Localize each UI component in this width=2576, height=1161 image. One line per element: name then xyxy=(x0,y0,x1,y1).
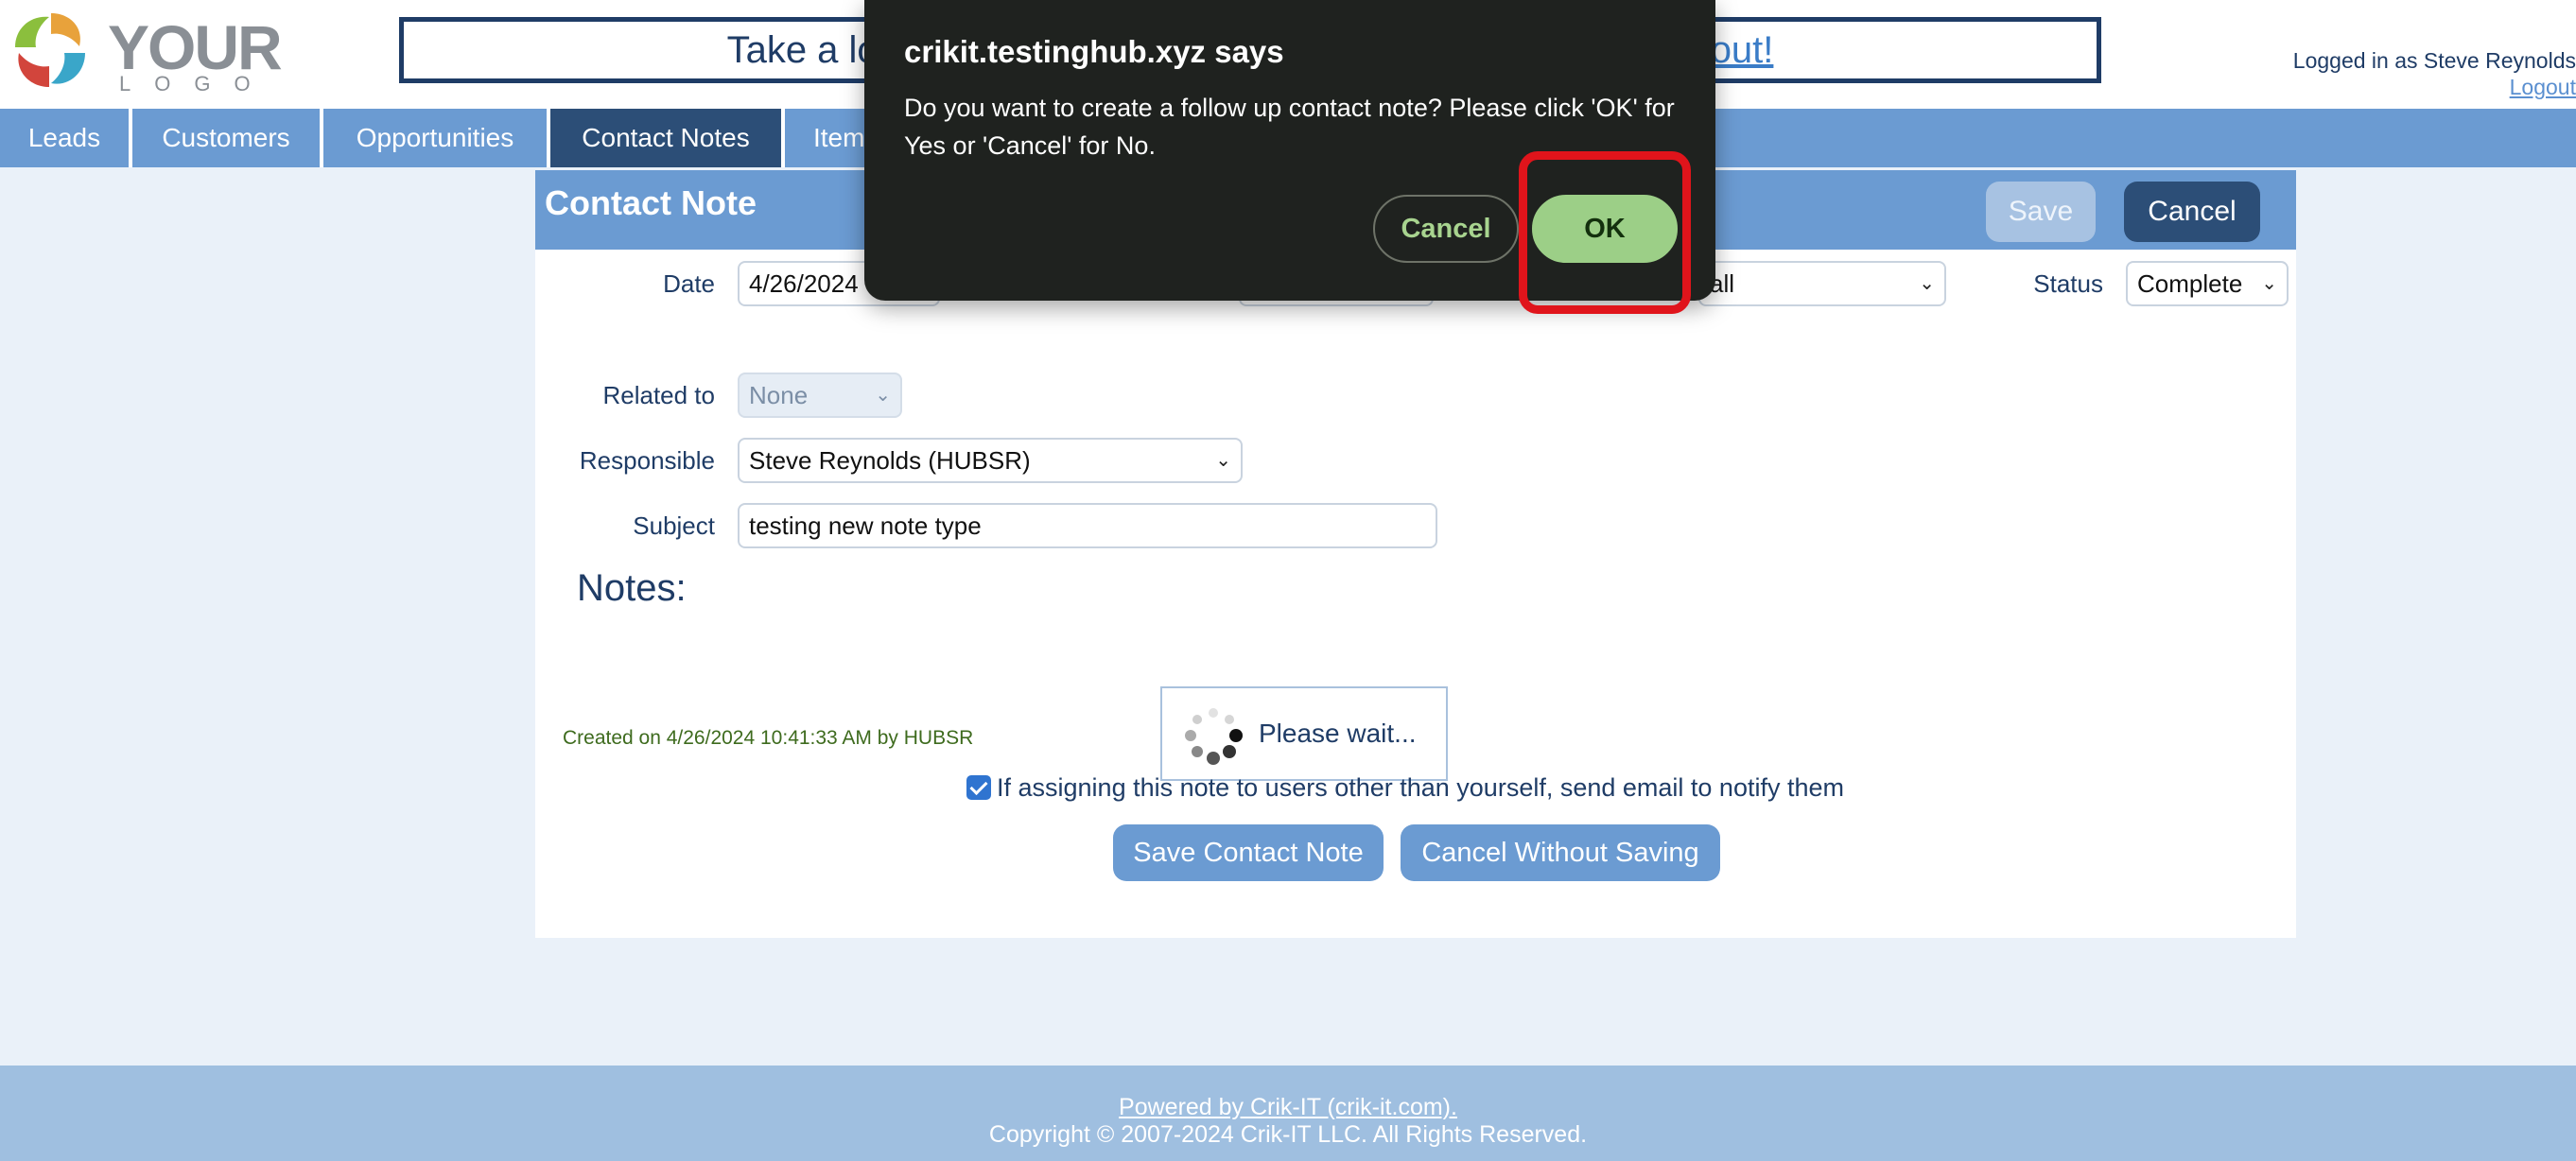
chevron-down-icon: ⌄ xyxy=(875,385,891,406)
notify-text: If assigning this note to users other th… xyxy=(997,773,1844,802)
loading-spinner-icon xyxy=(1185,708,1243,765)
related-to-label: Related to xyxy=(602,381,715,409)
header-save-button[interactable]: Save xyxy=(1986,182,2096,242)
responsible-select[interactable]: Steve Reynolds (HUBSR) ⌄ xyxy=(738,438,1243,483)
banner-text: Take a lo xyxy=(726,29,879,71)
powered-by-link[interactable]: Powered by Crik-IT (crik-it.com). xyxy=(0,1094,2576,1121)
ok-highlight-box xyxy=(1519,151,1691,314)
company-logo[interactable]: YOUR LOGO xyxy=(4,4,283,98)
notes-heading: Notes: xyxy=(577,567,687,609)
created-info: Created on 4/26/2024 10:41:33 AM by HUBS… xyxy=(563,727,974,749)
tab-leads[interactable]: Leads xyxy=(0,109,132,167)
chevron-down-icon: ⌄ xyxy=(1215,450,1231,471)
tab-contact-notes[interactable]: Contact Notes xyxy=(550,109,785,167)
copyright-text: Copyright © 2007-2024 Crik-IT LLC. All R… xyxy=(988,1121,1588,1148)
user-info: Logged in as Steve Reynolds Logout xyxy=(2293,47,2576,100)
subject-input[interactable]: testing new note type xyxy=(738,503,1437,548)
cancel-without-saving-button[interactable]: Cancel Without Saving xyxy=(1401,824,1720,881)
logged-in-text: Logged in as Steve Reynolds xyxy=(2292,48,2576,73)
date-label: Date xyxy=(663,269,715,298)
page-footer: Powered by Crik-IT (crik-it.com). Copyri… xyxy=(0,1066,2576,1161)
logo-subtext: LOGO xyxy=(119,72,274,95)
tab-customers[interactable]: Customers xyxy=(132,109,323,167)
logo-swirl-icon xyxy=(15,13,85,87)
header-cancel-button[interactable]: Cancel xyxy=(2124,182,2260,242)
panel-title: Contact Note xyxy=(545,183,757,222)
status-select-value: Complete xyxy=(2137,269,2243,298)
related-to-select: None ⌄ xyxy=(738,373,902,418)
responsible-value: Steve Reynolds (HUBSR) xyxy=(749,446,1031,475)
please-wait-indicator: Please wait... xyxy=(1160,686,1448,781)
logout-link[interactable]: Logout xyxy=(2293,74,2576,100)
status-label: Status xyxy=(2033,269,2103,298)
chevron-down-icon: ⌄ xyxy=(1919,273,1935,294)
related-to-value: None xyxy=(749,381,809,409)
dialog-title: crikit.testinghub.xyz says xyxy=(904,34,1284,69)
status-select[interactable]: Complete ⌄ xyxy=(2126,261,2289,306)
subject-label: Subject xyxy=(633,511,715,540)
notify-option: If assigning this note to users other th… xyxy=(966,773,1844,803)
chevron-down-icon: ⌄ xyxy=(2261,273,2277,294)
banner-link[interactable]: out! xyxy=(1711,29,1774,71)
dialog-cancel-button[interactable]: Cancel xyxy=(1373,195,1519,263)
type-select[interactable]: all ⌄ xyxy=(1698,261,1946,306)
please-wait-text: Please wait... xyxy=(1259,719,1417,748)
save-contact-note-button[interactable]: Save Contact Note xyxy=(1113,824,1384,881)
tab-opportunities[interactable]: Opportunities xyxy=(323,109,550,167)
responsible-label: Responsible xyxy=(579,446,715,475)
notify-checkbox[interactable] xyxy=(966,775,991,800)
